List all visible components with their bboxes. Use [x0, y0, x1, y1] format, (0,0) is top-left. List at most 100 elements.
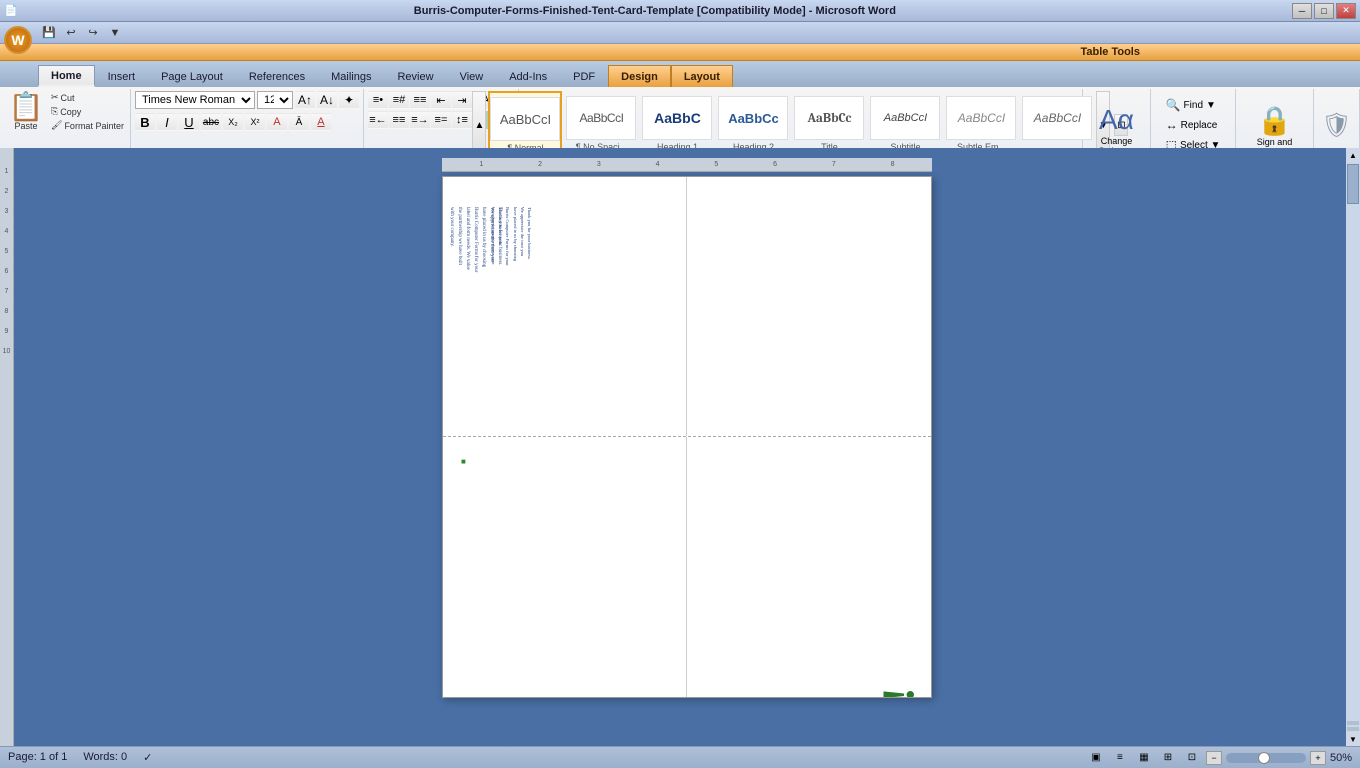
ruler-mark-3: 3 [5, 208, 9, 228]
tab-page-layout[interactable]: Page Layout [148, 65, 236, 87]
table-tools-label: Table Tools [0, 44, 1360, 61]
zoom-slider[interactable] [1226, 753, 1306, 763]
italic-button[interactable]: I [157, 113, 177, 131]
scroll-thumb[interactable] [1347, 164, 1359, 204]
tab-references[interactable]: References [236, 65, 318, 87]
ribbon-tabs: Home Insert Page Layout References Maili… [0, 61, 1360, 87]
bold-button[interactable]: B [135, 113, 155, 131]
numbering-button[interactable]: ≡# [389, 91, 409, 109]
view-outline-button[interactable]: ⊞ [1158, 750, 1178, 766]
style-title-preview: AaBbCc [794, 96, 864, 140]
view-draft-button[interactable]: ⊡ [1182, 750, 1202, 766]
style-h1-preview: AaBbC [642, 96, 712, 140]
zoom-thumb[interactable] [1258, 752, 1270, 764]
replace-button[interactable]: ↔ Replace [1162, 116, 1222, 134]
format-painter-icon: 🖌 [51, 120, 62, 131]
cut-button[interactable]: ✂ Cut [49, 91, 126, 104]
minimize-button[interactable]: ─ [1292, 3, 1312, 19]
line-spacing-button[interactable]: ↕≡ [452, 111, 472, 129]
text-effect-button[interactable]: A [267, 113, 287, 131]
clear-format-button[interactable]: ✦ [339, 91, 359, 109]
scroll-up-arrow[interactable]: ▲ [1346, 148, 1360, 162]
format-painter-button[interactable]: 🖌 Format Painter [49, 119, 126, 132]
tent-card-top: Thank you for your business. We apprecia… [443, 177, 931, 437]
view-full-button[interactable]: ≡ [1110, 750, 1130, 766]
decrease-indent-button[interactable]: ⇤ [431, 91, 451, 109]
tab-home[interactable]: Home [38, 65, 95, 87]
ruler-mark-6: 6 [5, 268, 9, 288]
tab-review[interactable]: Review [384, 65, 446, 87]
document-area: 1 2 3 4 5 6 7 8 9 10 1 2 3 4 5 6 7 8 [0, 148, 1360, 746]
status-left: Page: 1 of 1 Words: 0 ✓ [8, 751, 152, 764]
style-subtle-preview: AaBbCcI [946, 96, 1016, 140]
style-h2-preview: AaBbCc [718, 96, 788, 140]
status-right: ▣ ≡ ▦ ⊞ ⊡ − + 50% [1086, 750, 1352, 766]
decrease-font-button[interactable]: A↓ [317, 91, 337, 109]
increase-font-button[interactable]: A↑ [295, 91, 315, 109]
vertical-ruler: 1 2 3 4 5 6 7 8 9 10 [0, 148, 14, 746]
tab-layout[interactable]: Layout [671, 65, 733, 87]
tab-mailings[interactable]: Mailings [318, 65, 384, 87]
scroll-split-area [1347, 720, 1359, 732]
quick-access-toolbar: 💾 ↩ ↪ ▼ [0, 22, 1360, 44]
title-bar-controls[interactable]: ─ □ ✕ [1292, 3, 1356, 19]
paste-button[interactable]: 📋 Paste [4, 91, 48, 133]
copy-button[interactable]: ⎘ Copy [49, 105, 126, 118]
thank-you-text: Thank You! [875, 687, 921, 698]
find-label: Find [1184, 100, 1203, 111]
ruler-mark-4: 4 [5, 228, 9, 248]
tab-add-ins[interactable]: Add-Ins [496, 65, 560, 87]
view-web-button[interactable]: ▦ [1134, 750, 1154, 766]
cut-icon: ✂ [51, 92, 59, 103]
underline-button[interactable]: U [179, 113, 199, 131]
increase-indent-button[interactable]: ⇥ [452, 91, 472, 109]
page-indicator: Page: 1 of 1 [8, 751, 67, 764]
title-bar-left: 📄 [4, 4, 18, 17]
undo-qa-button[interactable]: ↩ [62, 24, 80, 42]
zoom-out-button[interactable]: − [1206, 751, 1222, 765]
cut-label: Cut [61, 93, 75, 103]
document-page[interactable]: Thank you for your business. We apprecia… [442, 176, 932, 698]
redo-qa-button[interactable]: ↪ [84, 24, 102, 42]
replace-icon: ↔ [1166, 118, 1178, 132]
font-row-2: B I U abc X₂ X² A Ā A [135, 113, 331, 131]
office-button[interactable]: W [4, 26, 32, 54]
find-button[interactable]: 🔍 Find ▼ [1162, 96, 1220, 114]
tab-view[interactable]: View [447, 65, 497, 87]
font-name-select[interactable]: Times New Roman [135, 91, 255, 109]
multilevel-button[interactable]: ≡≡ [410, 91, 430, 109]
document-scroll-area[interactable]: 1 2 3 4 5 6 7 8 Thank you for your busin… [14, 148, 1360, 746]
zoom-in-button[interactable]: + [1310, 751, 1326, 765]
tent-card: Thank you for your business. We apprecia… [443, 177, 931, 697]
maximize-button[interactable]: □ [1314, 3, 1334, 19]
style-subtitle-preview: AaBbCcI [870, 96, 940, 140]
strikethrough-button[interactable]: abc [201, 113, 221, 131]
scroll-down-arrow[interactable]: ▼ [1346, 732, 1360, 746]
font-size-select[interactable]: 12 [257, 91, 293, 109]
superscript-button[interactable]: X² [245, 113, 265, 131]
style-normal-preview: AaBbCcI [490, 97, 560, 141]
justify-button[interactable]: ≡= [431, 111, 451, 129]
change-styles-icon: Aα [1099, 104, 1134, 136]
style-aabbcci-preview: AaBbCcI [1022, 96, 1092, 140]
bullets-button[interactable]: ≡• [368, 91, 388, 109]
highlight-button[interactable]: Ā [289, 113, 309, 131]
tent-top-right [687, 177, 931, 436]
tab-insert[interactable]: Insert [95, 65, 149, 87]
view-print-button[interactable]: ▣ [1086, 750, 1106, 766]
words-indicator: Words: 0 [83, 751, 127, 764]
style-nospace-preview: AaBbCcI [566, 96, 636, 140]
vertical-scrollbar[interactable]: ▲ ▼ [1346, 148, 1360, 746]
clipboard-small-buttons: ✂ Cut ⎘ Copy 🖌 Format Painter [49, 91, 126, 132]
close-button[interactable]: ✕ [1336, 3, 1356, 19]
align-center-button[interactable]: ≡≡ [389, 111, 409, 129]
save-qa-button[interactable]: 💾 [40, 24, 58, 42]
top-left-text2-container: Thank you for your business. We apprecia… [490, 207, 533, 387]
tab-pdf[interactable]: PDF [560, 65, 608, 87]
tab-design[interactable]: Design [608, 65, 671, 87]
align-left-button[interactable]: ≡← [368, 111, 388, 129]
align-right-button[interactable]: ≡→ [410, 111, 430, 129]
subscript-button[interactable]: X₂ [223, 113, 243, 131]
qa-more-button[interactable]: ▼ [106, 24, 124, 42]
font-color-button[interactable]: A [311, 113, 331, 131]
